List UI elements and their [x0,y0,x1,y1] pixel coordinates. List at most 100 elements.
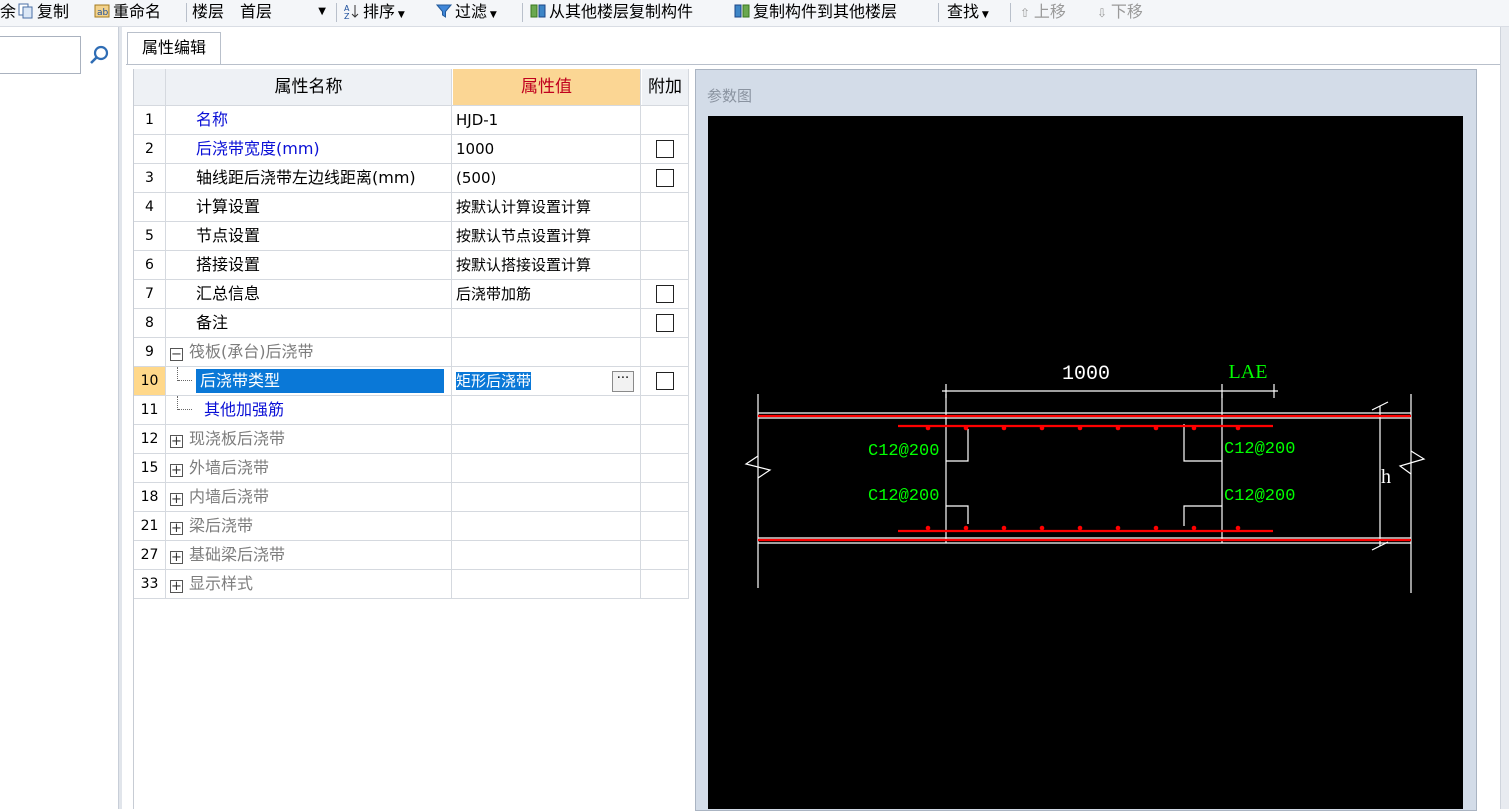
panel-splitter[interactable] [118,27,122,809]
extra-checkbox[interactable] [656,372,674,390]
copy-button[interactable]: 复制 [18,1,69,23]
header-extra[interactable]: 附加 [642,69,689,105]
height-label: h [1381,466,1391,488]
table-row[interactable]: 15 + 外墙后浇带 [134,454,689,483]
grid-header: 属性名称 属性值 附加 [134,69,689,106]
table-row[interactable]: 11 其他加强筋 [134,396,689,425]
row-value[interactable]: 按默认搭接设置计算 [453,251,641,279]
header-property-name[interactable]: 属性名称 [166,69,452,105]
chevron-down-icon: ▼ [487,10,497,20]
row-name: 轴线距后浇带左边线距离(mm) [166,164,452,192]
extra-checkbox[interactable] [656,140,674,158]
row-value [453,541,641,569]
table-row[interactable]: 4 计算设置 按默认计算设置计算 [134,193,689,222]
row-value[interactable]: 后浇带加筋 [453,280,641,308]
row-value[interactable] [453,309,641,337]
row-extra [642,251,689,279]
row-number: 11 [134,396,166,424]
toolbar-separator [336,3,337,22]
row-name: 名称 [166,106,452,134]
row-number: 4 [134,193,166,221]
row-value[interactable]: HJD-1 [453,106,641,134]
row-value[interactable]: 矩形后浇带 [456,372,532,390]
table-row[interactable]: 3 轴线距后浇带左边线距离(mm) (500) [134,164,689,193]
header-property-value[interactable]: 属性值 [453,69,641,105]
rename-icon: ab [94,4,110,18]
floor-select[interactable]: 首层 ▼ [240,1,328,22]
table-row[interactable]: 18 + 内墙后浇带 [134,483,689,512]
row-number: 3 [134,164,166,192]
find-button[interactable]: 查找 ▼ [947,1,989,23]
extra-checkbox[interactable] [656,169,674,187]
expand-icon[interactable]: + [170,493,183,506]
row-extra [642,164,689,192]
table-row[interactable]: 2 后浇带宽度(mm) 1000 [134,135,689,164]
row-number: 10 [134,367,166,395]
table-row[interactable]: 21 + 梁后浇带 [134,512,689,541]
table-row[interactable]: 1 名称 HJD-1 [134,106,689,135]
expand-icon[interactable]: + [170,435,183,448]
expand-icon[interactable]: + [170,580,183,593]
component-list-panel [0,27,120,809]
row-extra [642,280,689,308]
table-row[interactable]: 8 备注 [134,309,689,338]
table-row-selected[interactable]: 10 后浇带类型 矩形后浇带 ··· [134,367,689,396]
row-name-group: + 显示样式 [166,570,452,598]
filter-button[interactable]: 过滤 ▼ [436,1,497,23]
ellipsis-button[interactable]: ··· [612,371,634,392]
table-row[interactable]: 6 搭接设置 按默认搭接设置计算 [134,251,689,280]
table-row[interactable]: 7 汇总信息 后浇带加筋 [134,280,689,309]
row-number: 7 [134,280,166,308]
delete-button[interactable]: 余 [0,1,16,23]
row-name: 基础梁后浇带 [189,545,286,564]
right-edge-scrollbar[interactable] [1500,27,1509,809]
find-label: 查找 [947,2,980,21]
floor-select-value: 首层 [240,2,273,21]
expand-icon[interactable]: + [170,464,183,477]
expand-icon[interactable]: + [170,522,183,535]
table-row[interactable]: 12 + 现浇板后浇带 [134,425,689,454]
tab-label: 属性编辑 [141,38,206,57]
collapse-icon[interactable]: − [170,348,183,361]
row-number: 27 [134,541,166,569]
panel-title: 参数图 [707,87,753,105]
copy-to-floor-button[interactable]: 复制构件到其他楼层 [734,1,897,23]
row-value[interactable]: 按默认节点设置计算 [453,222,641,250]
copy-from-floor-label: 从其他楼层复制构件 [549,2,694,21]
delete-label: 余 [0,2,17,21]
rename-button[interactable]: ab 重命名 [94,1,161,23]
row-name-group: − 筏板(承台)后浇带 [166,338,452,366]
expand-icon[interactable]: + [170,551,183,564]
table-row[interactable]: 5 节点设置 按默认节点设置计算 [134,222,689,251]
toolbar-separator [938,3,939,22]
extra-checkbox[interactable] [656,285,674,303]
row-extra [642,135,689,163]
search-input[interactable] [0,36,81,74]
row-name: 现浇板后浇带 [189,429,286,448]
row-extra [642,222,689,250]
row-name-group: + 外墙后浇带 [166,454,452,482]
row-name: 后浇带宽度(mm) [166,135,452,163]
table-row[interactable]: 27 + 基础梁后浇带 [134,541,689,570]
row-number: 8 [134,309,166,337]
row-name: 显示样式 [189,574,254,593]
width-dimension-label: 1000 [1062,363,1110,386]
copy-from-floor-button[interactable]: 从其他楼层复制构件 [530,1,693,23]
row-value[interactable]: 按默认计算设置计算 [453,193,641,221]
table-row[interactable]: 9 − 筏板(承台)后浇带 [134,338,689,367]
sort-button[interactable]: A Z 排序 ▼ [344,1,405,23]
search-icon[interactable] [86,42,112,68]
table-row[interactable]: 33 + 显示样式 [134,570,689,599]
row-value-cell[interactable]: 矩形后浇带 ··· [453,367,641,395]
row-value[interactable] [453,396,641,424]
tab-property-edit[interactable]: 属性编辑 [127,32,221,65]
extra-checkbox[interactable] [656,314,674,332]
tree-line [178,409,192,410]
row-value[interactable]: (500) [453,164,641,192]
move-up-button[interactable]: ⇧ 上移 [1020,1,1066,23]
row-value[interactable]: 1000 [453,135,641,163]
toolbar-separator [186,3,187,22]
move-down-button[interactable]: ⇩ 下移 [1097,1,1143,23]
rebar-lines [758,414,1411,542]
row-name: 筏板(承台)后浇带 [189,342,314,361]
